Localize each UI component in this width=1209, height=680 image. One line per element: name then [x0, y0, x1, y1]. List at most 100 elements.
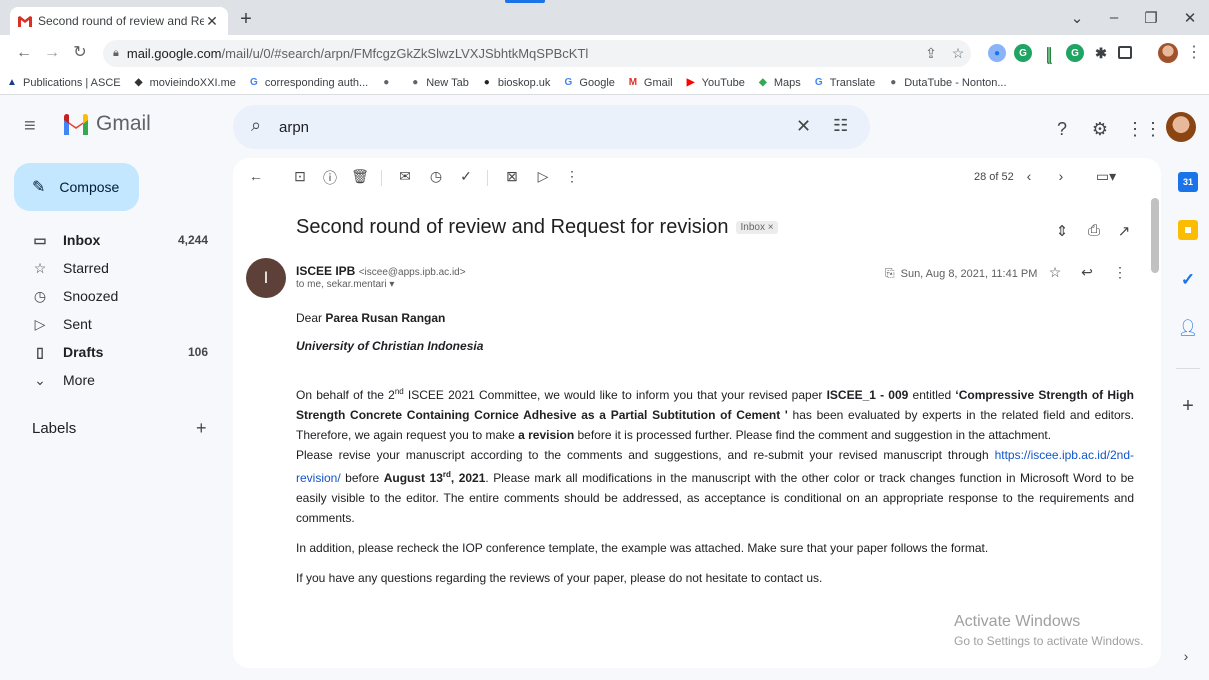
close-tab-icon[interactable]: ✕ — [204, 13, 220, 30]
search-icon[interactable]: ⌕ — [251, 115, 261, 136]
bookmark-item[interactable]: M Gmail — [627, 77, 673, 89]
new-tab-button[interactable]: + — [236, 9, 256, 29]
delete-icon[interactable]: 🗑︎ — [350, 168, 370, 185]
university-line: University of Christian Indonesia — [296, 339, 484, 353]
add-label-button[interactable]: + — [196, 418, 207, 439]
open-new-window-icon[interactable]: ↗ — [1114, 222, 1134, 240]
bookmark-item[interactable]: G Google — [562, 77, 615, 89]
share-icon[interactable]: ⇪ — [921, 45, 941, 62]
bookmark-item[interactable]: G Translate — [813, 77, 875, 89]
show-side-panel-icon[interactable]: › — [1176, 648, 1196, 664]
report-spam-icon[interactable]: ⓘ — [320, 168, 340, 188]
attachment-icon: ⎘ — [885, 266, 895, 280]
search-options-icon[interactable]: ☷ — [833, 116, 848, 136]
address-bar[interactable]: 🔒︎ mail.google.com/mail/u/0/#search/arpn… — [103, 40, 971, 67]
grammarly-icon[interactable]: G — [1014, 44, 1032, 62]
more-options-icon[interactable]: ⋮ — [562, 168, 582, 185]
google-icon: G — [249, 77, 258, 88]
star-icon: ☆ — [33, 259, 47, 276]
calendar-icon[interactable]: 31 — [1178, 172, 1198, 192]
clear-search-icon[interactable]: ✕ — [796, 116, 811, 137]
snooze-icon[interactable]: ◷ — [426, 168, 446, 185]
sender-name[interactable]: ISCEE IPB — [296, 264, 355, 278]
bookmark-item[interactable]: ◆ Maps — [757, 77, 801, 89]
help-icon[interactable]: ? — [1050, 119, 1074, 140]
reply-icon[interactable]: ↩ — [1078, 264, 1096, 281]
side-panel-icon[interactable] — [1118, 46, 1132, 59]
globe-icon: ● — [890, 77, 897, 88]
pencil-icon: ✎ — [32, 179, 46, 196]
print-icon[interactable]: ⎙ — [1084, 222, 1104, 239]
get-addons-icon[interactable]: + — [1177, 395, 1199, 418]
sidebar-item-inbox[interactable]: ▭ Inbox 4,244 — [0, 226, 225, 254]
bookmark-label: movieindoXXI.me — [149, 76, 236, 89]
mark-unread-icon[interactable]: ✉ — [395, 168, 415, 185]
compose-button[interactable]: ✎ Compose — [14, 163, 139, 211]
sidebar-item-sent[interactable]: ▷ Sent — [0, 310, 225, 338]
forward-icon[interactable]: → — [42, 43, 62, 63]
collapse-all-icon[interactable]: ⇕ — [1052, 222, 1072, 240]
archive-icon[interactable]: ⊡ — [290, 168, 310, 185]
browser-tab[interactable]: Second round of review and Req ✕ — [10, 7, 228, 35]
sidebar-item-drafts[interactable]: ▯ Drafts 106 — [0, 338, 225, 366]
loading-indicator — [505, 0, 545, 3]
inbox-label-badge[interactable]: Inbox × — [736, 221, 778, 234]
sidebar-item-more[interactable]: ⌄ More — [0, 366, 225, 394]
input-tools-icon[interactable]: ▭▾ — [1089, 168, 1123, 185]
bookmark-item[interactable]: ● bioskop.uk — [481, 77, 551, 89]
paging-count: 28 of 52 — [974, 171, 1014, 183]
move-to-icon[interactable]: ⊠ — [502, 168, 522, 185]
search-bar[interactable]: ⌕ ✕ ☷ — [233, 105, 870, 149]
label-icon[interactable]: ▷ — [533, 168, 553, 185]
recipients-line[interactable]: to me, sekar.mentari ▾ — [296, 279, 394, 290]
bookmark-item[interactable]: ◆ movieindoXXI.me — [133, 77, 236, 89]
message-scrollbar[interactable] — [1151, 198, 1159, 273]
bookmark-item[interactable]: ● New Tab — [409, 77, 469, 89]
minimize-icon[interactable]: – — [1104, 9, 1124, 26]
grammarly-2-icon[interactable]: G — [1066, 44, 1084, 62]
contacts-icon[interactable]: 👤︎ — [1178, 318, 1198, 338]
back-icon[interactable]: ← — [14, 43, 34, 63]
main-menu-icon[interactable]: ≡ — [24, 115, 36, 138]
older-icon[interactable]: › — [1051, 168, 1071, 184]
extensions-puzzle-icon[interactable]: ✱ — [1092, 44, 1110, 62]
star-message-icon[interactable]: ☆ — [1046, 264, 1064, 281]
bookmark-label: Maps — [773, 76, 801, 89]
paragraph-1: On behalf of the 2nd ISCEE 2021 Committe… — [296, 387, 1135, 442]
sender-avatar[interactable]: I — [246, 258, 286, 298]
reload-icon[interactable]: ↻ — [70, 43, 90, 63]
settings-gear-icon[interactable]: ⚙ — [1088, 119, 1112, 140]
newer-icon[interactable]: ‹ — [1019, 168, 1039, 184]
apps-grid-icon[interactable]: ⋮⋮ — [1126, 119, 1162, 140]
chrome-profile-avatar[interactable] — [1158, 43, 1178, 63]
add-task-icon[interactable]: ✓ — [456, 168, 476, 185]
bookmark-star-icon[interactable]: ☆ — [948, 45, 968, 62]
account-avatar[interactable] — [1166, 112, 1196, 142]
toolbar-divider — [487, 170, 488, 186]
paragraph-4: If you have any questions regarding the … — [296, 571, 823, 585]
lock-icon: 🔒︎ — [113, 47, 119, 59]
bookmark-item[interactable]: ▲ Publications | ASCE — [6, 77, 121, 89]
sidebar-item-label: Sent — [63, 316, 92, 332]
tasks-icon[interactable]: ✓ — [1178, 270, 1198, 290]
extension-ut-icon[interactable]: ꧋ — [1040, 43, 1058, 62]
restore-icon[interactable]: ❐ — [1141, 9, 1161, 27]
keep-icon[interactable] — [1178, 220, 1198, 240]
sidebar-item-snoozed[interactable]: ◷ Snoozed — [0, 282, 225, 310]
bookmark-item[interactable]: Gcorresponding auth... — [248, 77, 368, 89]
bookmark-item[interactable]: ● — [380, 77, 397, 89]
draft-icon: ▯ — [36, 343, 44, 360]
bookmark-item[interactable]: ● DutaTube - Nonton... — [887, 77, 1006, 89]
sidebar-item-count: 106 — [187, 345, 208, 359]
back-to-search-icon[interactable]: ← — [246, 168, 266, 184]
search-input[interactable] — [279, 115, 679, 139]
gmail-logo[interactable]: Gmail — [62, 112, 151, 136]
close-window-icon[interactable]: ✕ — [1180, 9, 1200, 27]
bookmark-item[interactable]: ▶ YouTube — [685, 77, 745, 89]
subject-text: Second round of review and Request for r… — [296, 216, 729, 238]
chrome-menu-icon[interactable]: ⋮ — [1184, 43, 1204, 63]
extension-puzzle-badge-icon[interactable]: ● — [988, 44, 1006, 62]
sidebar-item-starred[interactable]: ☆ Starred — [0, 254, 225, 282]
message-more-icon[interactable]: ⋮ — [1111, 264, 1129, 281]
tab-search-icon[interactable]: ⌄ — [1067, 9, 1087, 27]
